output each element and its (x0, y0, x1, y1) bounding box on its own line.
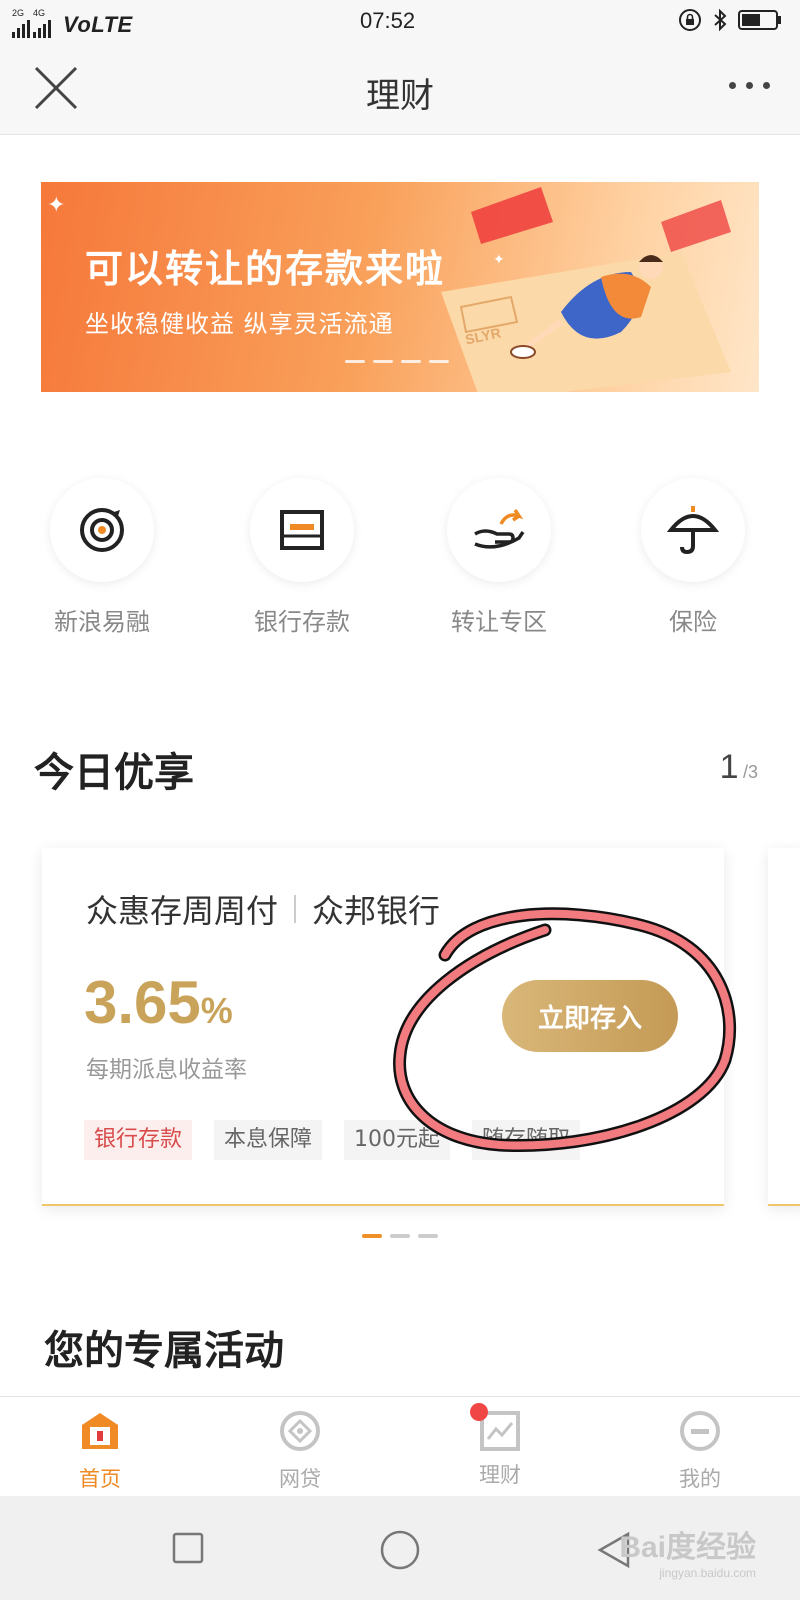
entry-insurance[interactable]: 保险 (618, 478, 768, 637)
entry-sina-yirong[interactable]: 新浪易融 (27, 478, 177, 637)
product-header: 众惠存周周付 众邦银行 (86, 886, 440, 932)
watermark-title: Bai度经验 (619, 1531, 756, 1564)
entry-transfer-zone[interactable]: 转让专区 (424, 478, 574, 637)
baidu-watermark: Bai度经验 jingyan.baidu.com (619, 1522, 756, 1580)
tag-min-amount: 100元起 (344, 1120, 451, 1160)
rate-value: 3.65 (84, 969, 201, 1036)
network-type-2g: 2G (12, 8, 25, 18)
interest-rate: 3.65% (84, 968, 233, 1037)
signal-icon: 2G 4G (12, 8, 51, 38)
loan-icon (280, 1411, 320, 1451)
pager-total: /3 (742, 762, 758, 782)
divider (294, 895, 297, 923)
network-indicators: 2G 4G VoLTE (12, 8, 133, 38)
section-title-today: 今日优享 (34, 750, 194, 796)
nav-bar: 理财 (0, 42, 800, 135)
network-type-4g: 4G (33, 8, 46, 18)
tag-guarantee: 本息保障 (214, 1120, 323, 1160)
banner-title: 可以转让的存款来啦 (85, 247, 446, 291)
battery-icon (738, 10, 781, 30)
next-product-card[interactable] (768, 848, 800, 1206)
entry-label: 新浪易融 (54, 608, 150, 636)
bottom-tab-bar: 首页 网贷 理财 我的 (0, 1396, 800, 1497)
tab-label: 网贷 (279, 1467, 321, 1491)
product-name: 众惠存周周付 (86, 892, 279, 930)
bluetooth-icon (714, 8, 727, 32)
home-circle-icon[interactable] (380, 1530, 420, 1570)
card-pager: 1 /3 (720, 748, 758, 787)
target-icon (80, 508, 124, 552)
product-tags: 银行存款 本息保障 100元起 随存随取 (84, 1120, 581, 1160)
bank-card-icon (280, 510, 324, 550)
deposit-now-button[interactable]: 立即存入 (502, 980, 678, 1052)
status-icons (678, 8, 782, 32)
svg-text:✦: ✦ (493, 252, 505, 268)
tab-finance[interactable]: 理财 (440, 1403, 560, 1489)
product-card[interactable]: 众惠存周周付 众邦银行 3.65% 每期派息收益率 立即存入 银行存款 本息保障… (42, 848, 724, 1206)
tab-label: 我的 (679, 1467, 721, 1491)
recent-apps-icon[interactable] (172, 1532, 204, 1564)
card-pagination (362, 1234, 438, 1238)
entry-label: 转让专区 (451, 608, 547, 636)
umbrella-icon (667, 506, 719, 555)
pager-current: 1 (719, 748, 739, 786)
svg-text:✦: ✦ (47, 193, 65, 218)
entry-label: 银行存款 (254, 608, 350, 636)
notification-dot (470, 1403, 488, 1421)
entry-bank-deposit[interactable]: 银行存款 (227, 478, 377, 637)
promo-banner[interactable]: ✦ ✦ SLYR 可以转让的存款来啦 坐收稳健收益 纵享灵活流通 (41, 182, 759, 392)
banner-pagination (345, 360, 449, 363)
section-title-activities: 您的专属活动 (44, 1328, 284, 1374)
rotation-lock-icon (679, 9, 701, 31)
hand-transfer-icon (474, 509, 525, 549)
profile-icon (680, 1411, 720, 1451)
tag-flexible: 随存随取 (472, 1120, 581, 1160)
tab-label: 理财 (479, 1463, 521, 1487)
tag-bank-deposit: 银行存款 (84, 1120, 193, 1160)
rate-label: 每期派息收益率 (86, 1057, 247, 1083)
banner-subtitle: 坐收稳健收益 纵享灵活流通 (85, 310, 394, 338)
home-icon (82, 1413, 118, 1449)
tab-label: 首页 (79, 1467, 121, 1491)
system-nav-bar: Bai度经验 jingyan.baidu.com (0, 1496, 800, 1600)
volte-label: VoLTE (63, 12, 133, 37)
page-title: 理财 (366, 76, 434, 116)
rate-unit: % (200, 990, 233, 1031)
clock: 07:52 (360, 8, 416, 33)
tab-home[interactable]: 首页 (40, 1409, 160, 1493)
watermark-url: jingyan.baidu.com (659, 1566, 756, 1580)
more-dots-icon[interactable] (729, 82, 770, 89)
bank-name: 众邦银行 (312, 892, 441, 930)
tab-profile[interactable]: 我的 (640, 1409, 760, 1493)
status-bar: 2G 4G VoLTE 07:52 (0, 0, 800, 42)
entry-label: 保险 (669, 608, 717, 636)
tab-loan[interactable]: 网贷 (240, 1409, 360, 1493)
